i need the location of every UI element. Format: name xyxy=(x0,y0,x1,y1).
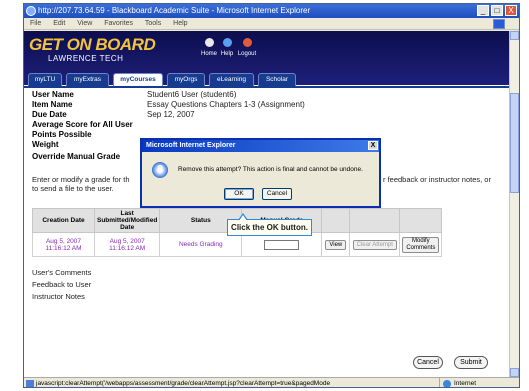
scroll-down-arrow-icon[interactable] xyxy=(510,368,519,377)
column-header: Last Submitted/Modified Date xyxy=(93,208,161,233)
tab-myltu[interactable]: myLTU xyxy=(28,73,62,86)
clear-attempt-button[interactable]: Clear Attempt xyxy=(352,239,397,250)
dialog-message: Remove this attempt? This action is fina… xyxy=(178,166,363,173)
help-link[interactable]: Help xyxy=(217,38,237,57)
column-header: Creation Date xyxy=(32,208,95,233)
menu-help[interactable]: Help xyxy=(173,20,187,27)
logo-title: GET ON BOARD xyxy=(29,35,156,54)
dialog-title-bar: Microsoft Internet Explorer X xyxy=(142,140,379,152)
weight-row: Weight xyxy=(32,140,59,149)
user-name-row: User Name Student6 User (student6) xyxy=(32,90,237,99)
ok-button[interactable]: OK xyxy=(224,188,254,200)
override-grade-row: Override Manual Grade xyxy=(32,152,121,161)
status-bar: javascript:clearAttempt('/webapps/assess… xyxy=(24,377,519,387)
status-url: javascript:clearAttempt('/webapps/assess… xyxy=(36,380,331,387)
maximize-button[interactable]: □ xyxy=(491,5,503,16)
tab-myorgs[interactable]: myOrgs xyxy=(167,73,205,86)
menu-tools[interactable]: Tools xyxy=(145,20,161,27)
confirm-dialog: Microsoft Internet Explorer X ? Remove t… xyxy=(140,138,381,208)
security-zone: Internet xyxy=(439,378,519,387)
creation-date-link[interactable]: Aug 5, 2007 11:16:12 AM xyxy=(45,238,81,252)
item-name-row: Item Name Essay Questions Chapters 1-3 (… xyxy=(32,100,305,109)
tab-scholar[interactable]: Scholar xyxy=(258,73,296,86)
help-icon xyxy=(222,38,232,47)
column-header xyxy=(399,208,443,233)
column-header xyxy=(321,208,351,233)
cancel-button[interactable]: Cancel xyxy=(413,356,443,369)
page-icon xyxy=(26,380,34,387)
submit-button[interactable]: Submit xyxy=(454,356,488,369)
home-link[interactable]: Home xyxy=(199,38,219,57)
user-comments-label: User's Comments xyxy=(32,268,92,277)
globe-icon xyxy=(443,380,451,387)
modified-date-link[interactable]: Aug 5, 2007 11:16:12 AM xyxy=(109,238,145,252)
instructor-notes-label: Instructor Notes xyxy=(32,292,85,301)
feedback-to-user-label: Feedback to User xyxy=(32,280,92,289)
view-button[interactable]: View xyxy=(325,239,347,250)
logout-icon xyxy=(242,38,252,47)
close-window-button[interactable]: X xyxy=(505,5,517,16)
home-icon xyxy=(204,38,214,47)
header-banner: GET ON BOARD LAWRENCE TECH Home Help Log… xyxy=(24,31,511,86)
window-title: http://207.73.64.59 - Blackboard Academi… xyxy=(38,6,311,15)
ie-logo-icon xyxy=(26,6,36,16)
average-score-row: Average Score for All User xyxy=(32,120,133,129)
table-row: Aug 5, 2007 11:16:12 AM Aug 5, 2007 11:1… xyxy=(32,232,443,257)
scrollbar-thumb[interactable] xyxy=(510,93,519,193)
question-icon: ? xyxy=(152,162,168,178)
minimize-button[interactable]: _ xyxy=(477,5,489,16)
menu-edit[interactable]: Edit xyxy=(53,20,65,27)
menu-file[interactable]: File xyxy=(30,20,41,27)
vertical-scrollbar[interactable] xyxy=(509,31,519,377)
tab-elearning[interactable]: eLearning xyxy=(209,73,254,86)
due-date-row: Due Date Sep 12, 2007 xyxy=(32,110,195,119)
modify-comments-button[interactable]: Modify Comments xyxy=(402,236,440,253)
tab-mycourses[interactable]: myCourses xyxy=(113,73,163,86)
menu-favorites[interactable]: Favorites xyxy=(104,20,133,27)
column-header xyxy=(349,208,401,233)
menu-bar: File Edit View Favorites Tools Help xyxy=(24,18,519,30)
scroll-up-arrow-icon[interactable] xyxy=(510,31,519,40)
dialog-cancel-button[interactable]: Cancel xyxy=(262,188,292,200)
tab-myextras[interactable]: myExtras xyxy=(66,73,109,86)
logout-link[interactable]: Logout xyxy=(237,38,257,57)
logo-subtitle: LAWRENCE TECH xyxy=(48,54,124,63)
title-bar: http://207.73.64.59 - Blackboard Academi… xyxy=(24,4,519,18)
status-badge: Needs Grading xyxy=(178,241,223,248)
menu-view[interactable]: View xyxy=(77,20,92,27)
manual-grade-input[interactable] xyxy=(264,239,300,250)
dialog-close-button[interactable]: X xyxy=(368,141,378,150)
instruction-callout: Click the OK button. xyxy=(227,213,312,236)
windows-logo-icon xyxy=(493,19,505,29)
points-possible-row: Points Possible xyxy=(32,130,92,139)
